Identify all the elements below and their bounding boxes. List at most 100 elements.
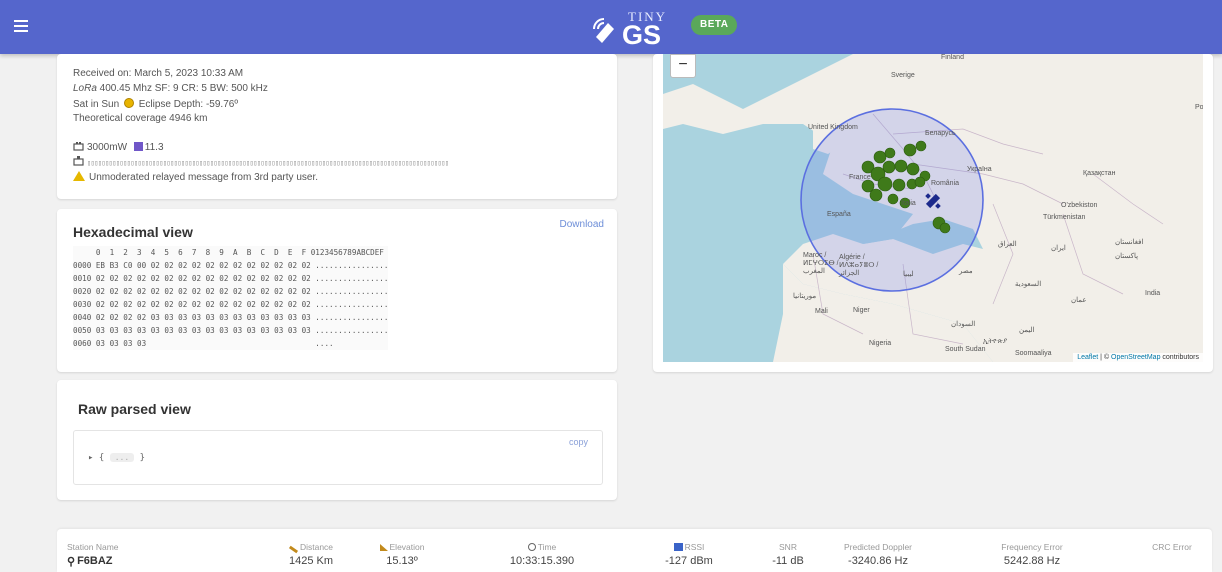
map-label: العراق [998,241,1017,248]
lora-label: LoRa [73,83,97,94]
map-label: عمان [1071,297,1087,304]
antenna-icon: ⚲ [67,556,76,568]
temperature-value: 11.3 [144,142,164,153]
payload-icon [73,156,84,166]
clock-icon [527,543,536,551]
map-label: España [827,211,851,218]
map-label: مصر [959,268,973,275]
stat-rssi: RSSI -127 dBm [654,542,724,567]
map-label: موريتانيا [793,293,817,300]
snr-value: -11 dB [772,555,804,567]
map-label: Maroc / ⵍⵎⵖⵔⵉⴱ / المغرب [803,252,839,275]
map-base-layer [663,54,1203,362]
warning-text: Unmoderated relayed message from 3rd par… [89,172,318,183]
hex-row: 0010 02 02 02 02 02 02 02 02 02 02 02 02… [73,274,389,283]
json-close-brace: } [139,453,145,463]
distance-value: 1425 Km [288,555,334,567]
map-label: افغانستان [1115,239,1144,246]
top-app-bar: TINY GS BETA [0,0,1222,54]
station-label: Station Name [67,542,119,552]
hex-row: 0040 02 02 02 02 03 03 03 03 03 03 03 03… [73,313,389,322]
stat-distance: Distance 1425 Km [271,542,351,567]
menu-icon[interactable] [14,20,28,32]
stat-station: Station Name ⚲ F6BAZ [67,542,119,568]
sat-in-sun-text: Sat in Sun [73,99,120,110]
stat-time: Time 10:33:15.390 [497,542,587,567]
doppler-label: Predicted Doppler [843,542,913,552]
map-label: ኢትዮጵያ [983,338,1008,345]
elevation-value: 15.13º [386,555,418,567]
map-label: Қазақстан [1083,170,1116,177]
copy-button[interactable]: copy [569,437,588,447]
stat-snr: SNR -11 dB [753,542,823,567]
satellite-logo-icon [593,18,614,43]
map-label: France [849,174,871,181]
map-label: السودان [951,321,976,328]
map-attribution: Leaflet | © OpenStreetMap contributors [1073,353,1203,362]
raw-title: Raw parsed view [78,401,191,417]
frequency-error-label: Frequency Error [1001,542,1063,552]
temperature-icon [133,142,143,151]
hex-title: Hexadecimal view [73,224,193,240]
map-label: پاکستان [1115,253,1139,260]
map-label: ایران [1051,245,1066,252]
map-card: − Sverige Finland Po United Kingdom Бела… [653,54,1213,372]
hexadecimal-view-card: Hexadecimal view Download 0 1 2 3 4 5 6 … [57,209,617,372]
stat-doppler: Predicted Doppler -3240.86 Hz [828,542,928,567]
map-label: Italia [901,200,916,207]
snr-label: SNR [779,542,797,552]
relay-warning: Unmoderated relayed message from 3rd par… [73,171,318,183]
map-label: South Sudan [945,346,986,353]
map-label: Algérie / ⵍⴷⵣⴰⵢⴻⵔ / الجزائر [839,254,879,277]
logo-gs-text: GS [622,20,662,50]
station-name[interactable]: F6BAZ [77,555,112,567]
elevation-icon [379,544,388,551]
raw-parsed-view-card: Raw parsed view copy ▸ { ... } [57,380,617,500]
attribution-separator: | © [1098,354,1112,361]
ruler-icon [288,545,298,554]
sun-icon [123,98,134,108]
map-label: O'zbekiston [1061,202,1098,209]
rssi-label: RSSI [684,542,705,552]
map-label: Finland [941,54,964,61]
stat-elevation: Elevation 15.13º [362,542,442,567]
eclipse-depth: Eclipse Depth: -59.76º [138,99,238,110]
map-label: اليمن [1019,327,1035,334]
download-button[interactable]: Download [560,219,604,230]
map-label: Беларусь [925,130,956,137]
map-label: România [931,180,960,187]
hex-dump: 0 1 2 3 4 5 6 7 8 9 A B C D E F 01234567… [73,246,389,350]
hex-header-row: 0 1 2 3 4 5 6 7 8 9 A B C D E F 01234567… [73,248,384,257]
hex-row: 0030 02 02 02 02 02 02 02 02 02 02 02 02… [73,300,389,309]
map-label: Soomaaliya [1015,350,1052,357]
stat-crc-error: CRC Error [1137,542,1207,555]
power-value: 3000mW [87,142,128,153]
json-collapsed-pill[interactable]: ... [109,453,135,462]
tinygs-logo[interactable]: TINY GS [592,9,672,50]
json-expand-toggle[interactable]: ▸ { [88,453,104,463]
map-label: India [1145,290,1161,297]
elevation-label: Elevation [389,542,425,552]
hex-row: 0060 03 03 03 03 .... [73,339,334,348]
coverage-map[interactable]: − Sverige Finland Po United Kingdom Бела… [663,54,1203,362]
payload-text: ▯▯▯▯▯▯▯▯▯▯▯▯▯▯▯▯▯▯▯▯▯▯▯▯▯▯▯▯▯▯▯▯▯▯▯▯▯▯▯▯… [87,159,449,167]
json-tree[interactable]: ▸ { ... } [88,453,145,463]
crc-error-label: CRC Error [1152,542,1192,552]
hex-row: 0000 EB B3 C0 00 02 02 02 02 02 02 02 02… [73,261,389,270]
packet-info-card: Received on: March 5, 2023 10:33 AM LoRa… [57,54,617,199]
zoom-out-button[interactable]: − [670,54,696,78]
lora-values: 400.45 Mhz SF: 9 CR: 5 BW: 500 kHz [96,83,268,94]
warning-icon [73,171,85,181]
map-label: ليبيا [903,271,914,278]
json-viewer: copy ▸ { ... } [73,430,603,485]
distance-label: Distance [299,542,334,552]
stat-frequency-error: Frequency Error 5242.88 Hz [982,542,1082,567]
map-label: Niger [853,307,870,314]
received-on: Received on: March 5, 2023 10:33 AM [73,68,244,79]
map-label: Türkmenistan [1043,214,1086,221]
signal-icon [673,543,683,551]
map-label: Nigeria [869,340,892,347]
payload-line: ▯▯▯▯▯▯▯▯▯▯▯▯▯▯▯▯▯▯▯▯▯▯▯▯▯▯▯▯▯▯▯▯▯▯▯▯▯▯▯▯… [73,156,449,168]
leaflet-link[interactable]: Leaflet [1077,354,1098,361]
osm-link[interactable]: OpenStreetMap [1111,354,1160,361]
